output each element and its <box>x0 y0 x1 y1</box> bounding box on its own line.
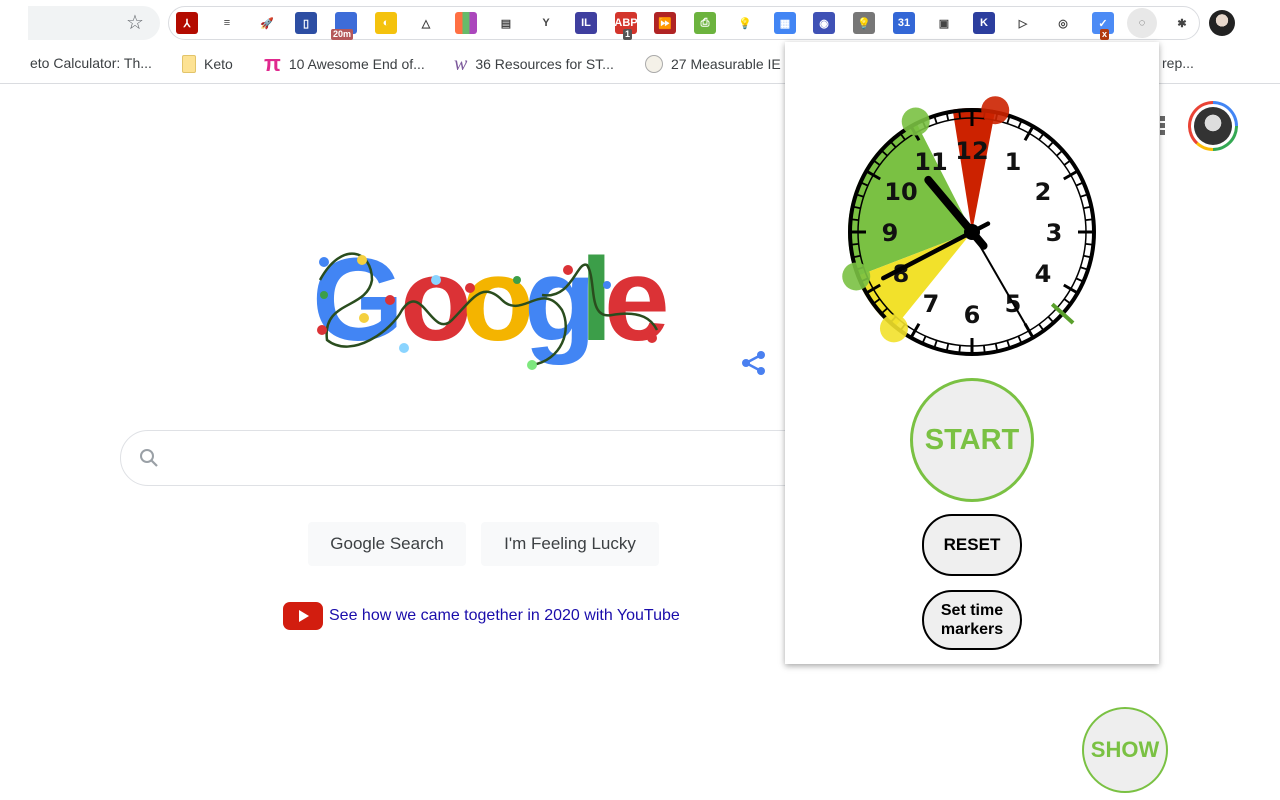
folder-icon <box>182 55 196 73</box>
timer-20m-badge: 20m <box>331 29 354 40</box>
logo-letter: o <box>462 240 530 366</box>
scan-extension-icon[interactable]: ◎ <box>1052 12 1074 34</box>
avatar-photo <box>1194 107 1232 145</box>
print-friendly-extension-icon[interactable]: ⎙ <box>694 12 716 34</box>
yellow-sector-handle <box>879 314 908 343</box>
pi-icon: π <box>264 51 281 76</box>
extensions-puzzle-extension-icon[interactable]: ✱ <box>1171 12 1193 34</box>
minute-tick <box>850 243 859 246</box>
search-input[interactable] <box>120 430 880 486</box>
bookmark-label: eto Calculator: Th... <box>30 55 152 71</box>
search-icon <box>138 447 160 469</box>
reset-button[interactable]: RESET <box>922 514 1022 576</box>
hour-number: 6 <box>964 301 981 329</box>
logo-letter: l <box>580 240 607 366</box>
hour-number: 9 <box>882 219 899 247</box>
profile-avatar[interactable] <box>1209 10 1235 36</box>
promo-link[interactable]: See how we came together in 2020 with Yo… <box>329 607 680 625</box>
google-account-avatar[interactable] <box>1188 101 1238 151</box>
hour-number: 7 <box>923 290 940 318</box>
minute-tick <box>1085 218 1094 221</box>
screen-record-extension-icon[interactable]: ◉ <box>813 12 835 34</box>
docs-stack-extension-icon[interactable]: ▦ <box>774 12 796 34</box>
screencastify-extension-icon[interactable]: ▷ <box>1012 12 1034 34</box>
reader-view-extension-icon[interactable]: ≡ <box>216 12 238 34</box>
red-sector-handle <box>981 96 1010 125</box>
apps-menu-icon[interactable] <box>1160 116 1166 136</box>
doodle-svg: Google <box>312 234 672 370</box>
bookmark-item[interactable]: Keto <box>182 55 233 73</box>
circle-logo-icon <box>645 55 663 73</box>
green-sector-handle <box>842 262 871 291</box>
hour-number: 10 <box>884 178 917 206</box>
youtube-promo[interactable]: See how we came together in 2020 with Yo… <box>283 602 680 630</box>
clock-center-pin <box>964 224 980 240</box>
calendar-extension-icon[interactable]: 31 <box>893 12 915 34</box>
minute-tick <box>850 218 859 221</box>
minute-tick <box>983 345 986 354</box>
show-button[interactable]: SHOW <box>1082 707 1168 793</box>
bookmark-item[interactable]: π 10 Awesome End of... <box>264 51 425 76</box>
hour-number: 11 <box>914 148 947 176</box>
hour-number: 3 <box>1046 219 1063 247</box>
kami-extension-icon[interactable]: K <box>973 12 995 34</box>
minute-tick <box>958 345 961 354</box>
hour-number: 12 <box>955 137 988 165</box>
set-time-markers-button[interactable]: Set time markers <box>922 590 1022 650</box>
logo-letter: e <box>604 240 666 366</box>
bookmark-item[interactable]: eto Calculator: Th... <box>30 55 152 71</box>
google-drive-extension-icon[interactable]: △ <box>415 12 437 34</box>
green-sector-end-handle <box>901 107 930 136</box>
bookmark-item[interactable]: w 36 Resources for ST... <box>454 53 614 75</box>
google-doodle-logo[interactable]: Google <box>312 234 672 392</box>
minute-tick <box>958 110 961 119</box>
fast-forward-extension-icon[interactable]: ⏩ <box>654 12 676 34</box>
minute-tick <box>1085 243 1094 246</box>
extensions-strip <box>168 6 1200 40</box>
bookmark-star-icon[interactable]: ☆ <box>126 11 144 35</box>
text-view-extension-icon[interactable]: ▤ <box>495 12 517 34</box>
ebook-extension-icon[interactable]: ▯ <box>295 12 317 34</box>
color-pick-extension-icon[interactable]: ◐ <box>375 12 397 34</box>
visual-timer-clock[interactable]: 121234567891011 <box>825 92 1119 372</box>
bookmark-item[interactable]: rep... <box>1162 55 1194 71</box>
start-button[interactable]: START <box>910 378 1034 502</box>
timer-popup: 121234567891011 START RESET Set time mar… <box>785 42 1159 664</box>
vimeo-like-extension-icon[interactable]: Y <box>535 12 557 34</box>
hour-number: 1 <box>1005 148 1022 176</box>
bookmark-label: 10 Awesome End of... <box>288 56 425 72</box>
feeling-lucky-button[interactable]: I'm Feeling Lucky <box>481 522 659 566</box>
adblock-badge: 1 <box>623 29 633 40</box>
bookmark-item[interactable]: 27 Measurable IE <box>645 55 781 73</box>
google-search-button[interactable]: Google Search <box>308 522 466 566</box>
bookmark-label: 27 Measurable IE <box>671 56 781 72</box>
keep-extension-icon[interactable]: 💡 <box>853 12 875 34</box>
clock-timer-extension-icon[interactable]: ◌ <box>1127 8 1157 38</box>
w-icon: w <box>454 53 468 75</box>
color-grid-extension-icon[interactable] <box>455 12 477 34</box>
hour-number: 4 <box>1035 260 1052 288</box>
bookmark-label: rep... <box>1162 55 1194 71</box>
il-extension-icon[interactable]: IL <box>575 12 597 34</box>
adobe-acrobat-extension-icon[interactable]: ⅄ <box>176 12 198 34</box>
office-extension-icon[interactable]: ▣ <box>933 12 955 34</box>
rocket-extension-icon[interactable]: 🚀 <box>256 12 278 34</box>
lightbulb-extension-icon[interactable]: 💡 <box>734 12 756 34</box>
youtube-icon <box>283 602 323 630</box>
browser-toolbar: ☆ ⅄ ≡ 🚀 ▯ 20m ◐ △ ▤ Y IL ABP 1 ⏩ ⎙ 💡 ▦ ◉ 💡 31 ▣ K ▷ ◎ ✓ x ◌ ✱ <box>0 0 1280 46</box>
bookmark-label: 36 Resources for ST... <box>475 56 614 72</box>
share-icon[interactable] <box>741 350 767 376</box>
bookmark-label: Keto <box>204 56 233 72</box>
tasks-badge: x <box>1100 29 1110 40</box>
hour-number: 2 <box>1035 178 1052 206</box>
